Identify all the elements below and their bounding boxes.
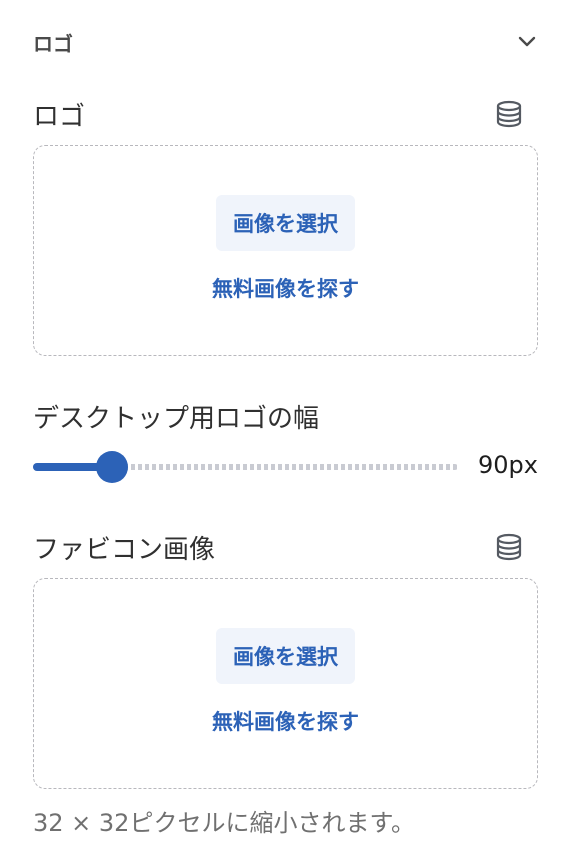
- logo-width-label: デスクトップ用ロゴの幅: [33, 404, 320, 434]
- logo-select-image-button[interactable]: 画像を選択: [216, 194, 355, 251]
- logo-free-images-link[interactable]: 無料画像を探す: [212, 273, 359, 303]
- favicon-select-image-button[interactable]: 画像を選択: [216, 627, 355, 684]
- section-title: ロゴ: [33, 31, 73, 56]
- database-icon[interactable]: [495, 100, 523, 128]
- favicon-help-text: 32 × 32ピクセルに縮小されます。: [33, 809, 416, 837]
- favicon-free-images-link[interactable]: 無料画像を探す: [212, 706, 359, 736]
- logo-width-value: 90px: [478, 451, 538, 479]
- slider-thumb[interactable]: [95, 451, 128, 483]
- database-icon[interactable]: [495, 533, 523, 561]
- logo-width-slider[interactable]: [33, 450, 458, 484]
- logo-dropzone[interactable]: 画像を選択 無料画像を探す: [33, 145, 538, 356]
- chevron-down-icon[interactable]: [515, 30, 539, 54]
- favicon-label: ファビコン画像: [33, 535, 216, 565]
- favicon-dropzone[interactable]: 画像を選択 無料画像を探す: [33, 578, 538, 789]
- logo-label: ロゴ: [33, 102, 86, 132]
- section-header[interactable]: ロゴ: [33, 22, 539, 62]
